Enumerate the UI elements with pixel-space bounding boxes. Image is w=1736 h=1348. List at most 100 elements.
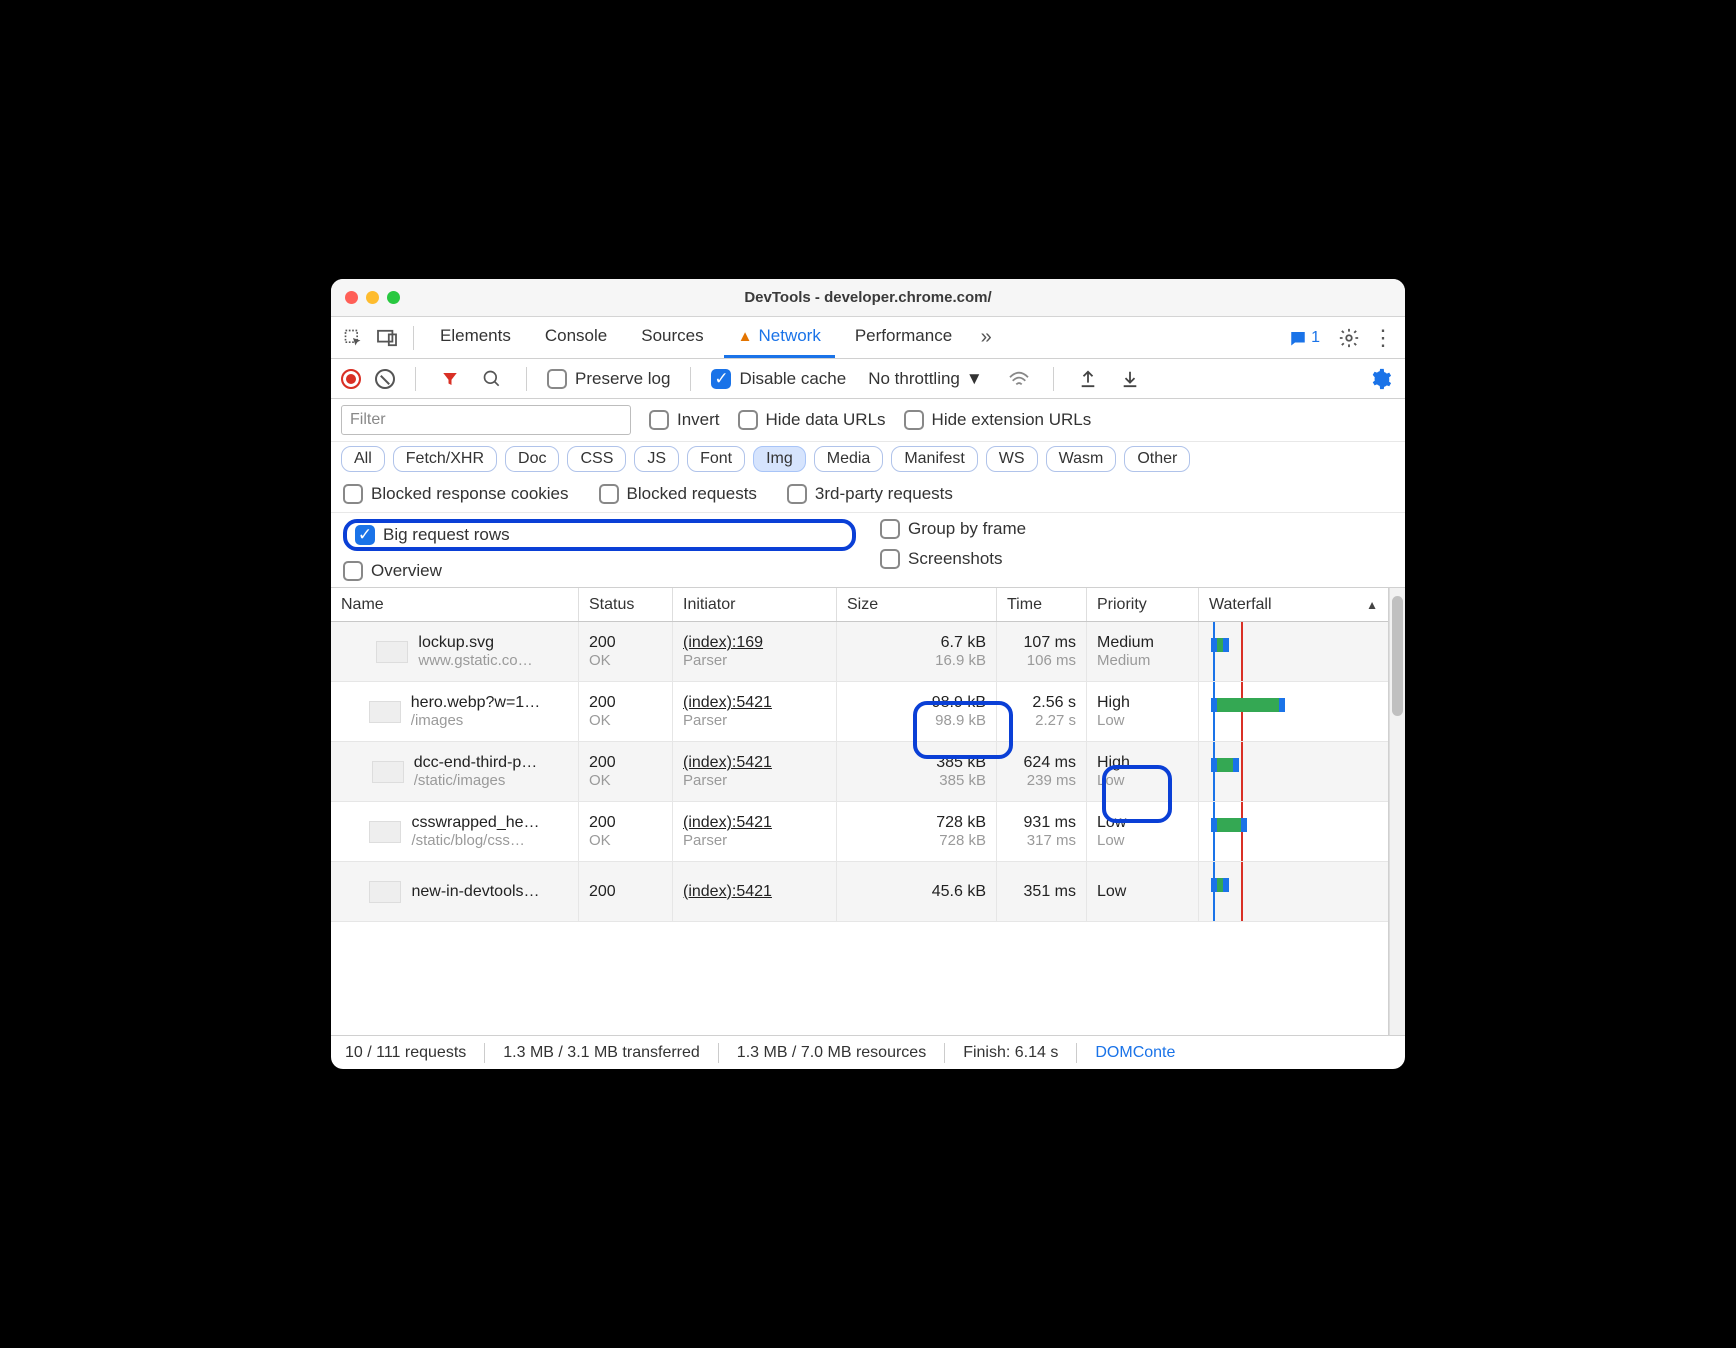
record-button[interactable] [341,369,361,389]
table-row[interactable]: lockup.svg www.gstatic.co… 200 OK (index… [331,622,1388,682]
chip-doc[interactable]: Doc [505,446,559,472]
cell-priority: Low Low [1087,802,1199,861]
priority-current: Low [1097,814,1188,832]
network-settings-icon[interactable] [1367,365,1395,393]
chip-css[interactable]: CSS [567,446,626,472]
import-har-icon[interactable] [1074,365,1102,393]
chip-img[interactable]: Img [753,446,806,472]
status-domcontent: DOMConte [1095,1044,1175,1062]
cell-time: 351 ms [997,862,1087,921]
tab-network[interactable]: ▲ Network [724,318,835,358]
col-header-waterfall[interactable]: Waterfall ▲ [1199,588,1388,621]
size-transfer: 98.9 kB [847,694,986,712]
waterfall-bar [1217,638,1223,652]
initiator-link[interactable]: (index):5421 [683,754,826,772]
preserve-log-checkbox[interactable]: Preserve log [547,369,670,389]
tab-elements[interactable]: Elements [426,318,525,358]
settings-gear-icon[interactable] [1335,324,1363,352]
checkbox-label: Disable cache [739,369,846,389]
cell-status: 200 OK [579,682,673,741]
status-requests: 10 / 111 requests [345,1044,466,1062]
filter-toggle-icon[interactable] [436,365,464,393]
checkbox-icon [880,549,900,569]
col-header-initiator[interactable]: Initiator [673,588,837,621]
filter-input[interactable]: Filter [341,405,631,435]
cell-status: 200 [579,862,673,921]
scrollbar-thumb[interactable] [1392,596,1403,716]
issues-button[interactable]: 1 [1280,325,1329,351]
tab-console[interactable]: Console [531,318,621,358]
waterfall-bar-tail [1223,638,1229,652]
size-resource: 728 kB [847,832,986,849]
col-label: Waterfall [1209,596,1272,614]
chip-media[interactable]: Media [814,446,884,472]
initiator-link[interactable]: (index):169 [683,634,826,652]
network-conditions-icon[interactable] [1005,365,1033,393]
col-header-time[interactable]: Time [997,588,1087,621]
table-row[interactable]: hero.webp?w=1… /images 200 OK (index):54… [331,682,1388,742]
table-row[interactable]: new-in-devtools… 200 (index):5421 45.6 k… [331,862,1388,922]
hide-data-urls-checkbox[interactable]: Hide data URLs [738,410,886,430]
waterfall-bar-lead [1211,638,1217,652]
priority-current: Low [1097,883,1188,901]
search-icon[interactable] [478,365,506,393]
cell-waterfall [1199,682,1388,741]
device-toolbar-icon[interactable] [373,324,401,352]
tab-sources[interactable]: Sources [627,318,717,358]
col-header-status[interactable]: Status [579,588,673,621]
big-request-rows-checkbox[interactable]: ✓ Big request rows [355,525,510,545]
time-total: 107 ms [1007,634,1076,652]
clear-button[interactable] [375,369,395,389]
waterfall-bar-lead [1211,758,1217,772]
vertical-scrollbar[interactable] [1389,588,1405,1035]
waterfall-bar-tail [1233,758,1239,772]
chip-fetchxhr[interactable]: Fetch/XHR [393,446,497,472]
warning-icon: ▲ [738,328,753,345]
waterfall-bar-lead [1211,878,1217,892]
overview-checkbox[interactable]: Overview [343,561,856,581]
throttling-dropdown[interactable]: No throttling ▼ [860,365,991,393]
priority-initial: Low [1097,772,1188,789]
invert-checkbox[interactable]: Invert [649,410,720,430]
export-har-icon[interactable] [1116,365,1144,393]
chip-manifest[interactable]: Manifest [891,446,977,472]
chip-js[interactable]: JS [634,446,679,472]
chip-all[interactable]: All [341,446,385,472]
initiator-link[interactable]: (index):5421 [683,814,826,832]
disable-cache-checkbox[interactable]: ✓ Disable cache [711,369,846,389]
cell-priority: Medium Medium [1087,622,1199,681]
inspect-element-icon[interactable] [339,324,367,352]
chip-font[interactable]: Font [687,446,745,472]
col-label: Time [1007,596,1042,614]
initiator-link[interactable]: (index):5421 [683,694,826,712]
priority-current: High [1097,754,1188,772]
more-tabs-icon[interactable]: » [972,324,1000,352]
table-row[interactable]: dcc-end-third-p… /static/images 200 OK (… [331,742,1388,802]
table-row[interactable]: csswrapped_he… /static/blog/css… 200 OK … [331,802,1388,862]
time-total: 931 ms [1007,814,1076,832]
blocked-requests-checkbox[interactable]: Blocked requests [599,484,757,504]
devtools-tabbar: Elements Console Sources ▲ Network Perfo… [331,317,1405,359]
blocked-response-cookies-checkbox[interactable]: Blocked response cookies [343,484,569,504]
third-party-requests-checkbox[interactable]: 3rd-party requests [787,484,953,504]
chip-ws[interactable]: WS [986,446,1038,472]
initiator-link[interactable]: (index):5421 [683,883,826,901]
col-header-name[interactable]: Name [331,588,579,621]
chip-wasm[interactable]: Wasm [1046,446,1117,472]
kebab-menu-icon[interactable]: ⋮ [1369,324,1397,352]
table-header: Name Status Initiator Size Time Priority… [331,588,1388,622]
screenshots-checkbox[interactable]: Screenshots [880,549,1393,569]
group-by-frame-checkbox[interactable]: Group by frame [880,519,1393,539]
hide-extension-urls-checkbox[interactable]: Hide extension URLs [904,410,1092,430]
filter-placeholder: Filter [350,411,386,429]
cell-status: 200 OK [579,622,673,681]
tab-performance[interactable]: Performance [841,318,966,358]
col-header-priority[interactable]: Priority [1087,588,1199,621]
status-text: OK [589,772,662,789]
status-text: OK [589,712,662,729]
priority-initial: Low [1097,712,1188,729]
checkbox-label: Screenshots [908,549,1003,569]
cell-waterfall [1199,862,1388,921]
col-header-size[interactable]: Size [837,588,997,621]
chip-other[interactable]: Other [1124,446,1190,472]
